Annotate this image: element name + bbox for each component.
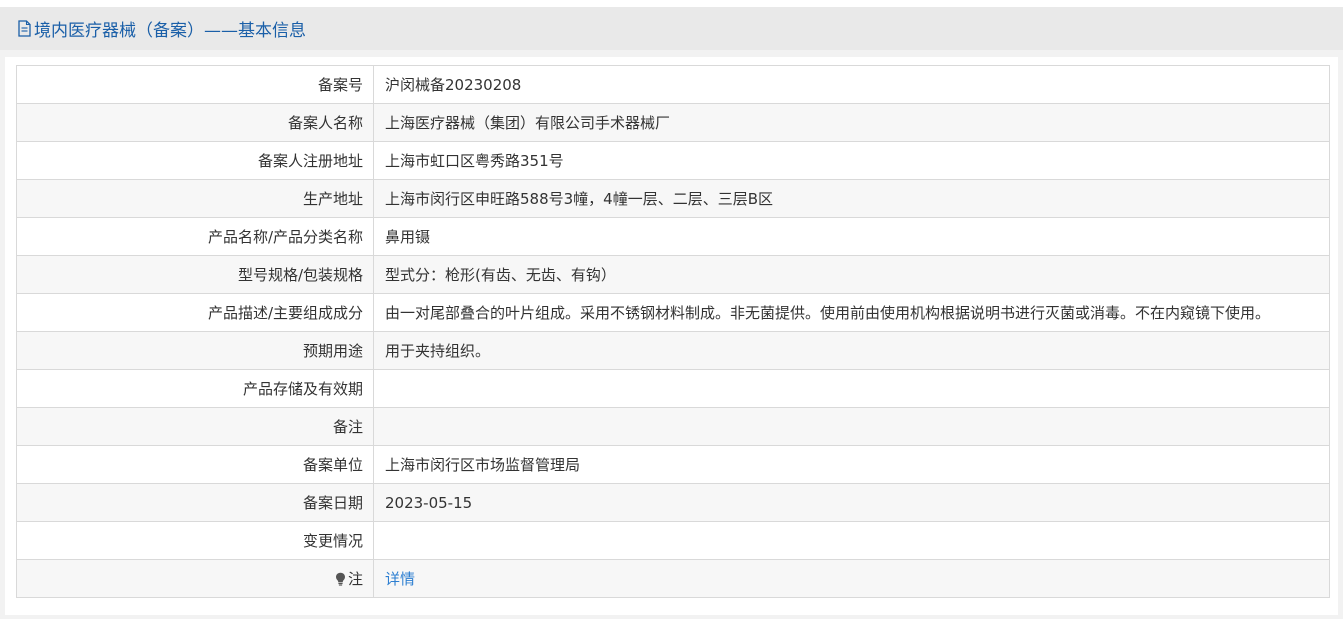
row-value: 鼻用镊 — [373, 217, 1330, 256]
row-storage-validity: 产品存储及有效期 — [16, 369, 1330, 408]
document-icon — [18, 20, 31, 37]
details-link[interactable]: 详情 — [385, 570, 415, 588]
basic-info-rows: 备案号 沪闵械备20230208 备案人名称 上海医疗器械（集团）有限公司手术器… — [16, 65, 1330, 598]
row-value: 型式分：枪形(有齿、无齿、有钩） — [373, 255, 1330, 294]
row-label: 注 — [16, 559, 374, 598]
row-label: 产品存储及有效期 — [16, 369, 374, 408]
row-production-address: 生产地址 上海市闵行区申旺路588号3幢，4幢一层、二层、三层B区 — [16, 179, 1330, 218]
row-label: 产品描述/主要组成成分 — [16, 293, 374, 332]
page-container: 境内医疗器械（备案）——基本信息 备案号 沪闵械备20230208 备案人名称 … — [0, 7, 1343, 619]
row-label: 产品名称/产品分类名称 — [16, 217, 374, 256]
info-panel: 备案号 沪闵械备20230208 备案人名称 上海医疗器械（集团）有限公司手术器… — [5, 57, 1338, 615]
row-filer-name: 备案人名称 上海医疗器械（集团）有限公司手术器械厂 — [16, 103, 1330, 142]
row-value: 上海市虹口区粤秀路351号 — [373, 141, 1330, 180]
note-label: 注 — [347, 570, 363, 588]
row-label: 备注 — [16, 407, 374, 446]
row-value — [373, 407, 1330, 446]
row-filing-date: 备案日期 2023-05-15 — [16, 483, 1330, 522]
section-title-wrap: 境内医疗器械（备案）——基本信息 — [17, 16, 306, 41]
row-value: 上海市闵行区市场监督管理局 — [373, 445, 1330, 484]
row-value: 上海医疗器械（集团）有限公司手术器械厂 — [373, 103, 1330, 142]
section-header: 境内医疗器械（备案）——基本信息 — [0, 7, 1343, 50]
row-label: 预期用途 — [16, 331, 374, 370]
row-label: 备案人名称 — [16, 103, 374, 142]
section-title: 境内医疗器械（备案）——基本信息 — [34, 21, 306, 41]
row-label: 备案号 — [16, 65, 374, 104]
row-label: 备案人注册地址 — [16, 141, 374, 180]
row-value: 用于夹持组织。 — [373, 331, 1330, 370]
row-label: 备案日期 — [16, 483, 374, 522]
row-filing-authority: 备案单位 上海市闵行区市场监督管理局 — [16, 445, 1330, 484]
row-value: 由一对尾部叠合的叶片组成。采用不锈钢材料制成。非无菌提供。使用前由使用机构根据说… — [373, 293, 1330, 332]
basic-info-table: 备案号 沪闵械备20230208 备案人名称 上海医疗器械（集团）有限公司手术器… — [16, 65, 1330, 598]
row-value — [373, 369, 1330, 408]
row-note: 注 详情 — [16, 559, 1330, 598]
row-value: 2023-05-15 — [373, 483, 1330, 522]
row-intended-use: 预期用途 用于夹持组织。 — [16, 331, 1330, 370]
row-label: 变更情况 — [16, 521, 374, 560]
row-product-name: 产品名称/产品分类名称 鼻用镊 — [16, 217, 1330, 256]
row-product-description: 产品描述/主要组成成分 由一对尾部叠合的叶片组成。采用不锈钢材料制成。非无菌提供… — [16, 293, 1330, 332]
row-change-status: 变更情况 — [16, 521, 1330, 560]
row-value: 沪闵械备20230208 — [373, 65, 1330, 104]
row-model-spec: 型号规格/包装规格 型式分：枪形(有齿、无齿、有钩） — [16, 255, 1330, 294]
row-value: 上海市闵行区申旺路588号3幢，4幢一层、二层、三层B区 — [373, 179, 1330, 218]
row-filing-number: 备案号 沪闵械备20230208 — [16, 65, 1330, 104]
lightbulb-icon — [335, 572, 345, 586]
row-label: 生产地址 — [16, 179, 374, 218]
row-label: 型号规格/包装规格 — [16, 255, 374, 294]
row-value: 详情 — [373, 559, 1330, 598]
row-remarks: 备注 — [16, 407, 1330, 446]
row-label: 备案单位 — [16, 445, 374, 484]
row-filer-address: 备案人注册地址 上海市虹口区粤秀路351号 — [16, 141, 1330, 180]
row-value — [373, 521, 1330, 560]
